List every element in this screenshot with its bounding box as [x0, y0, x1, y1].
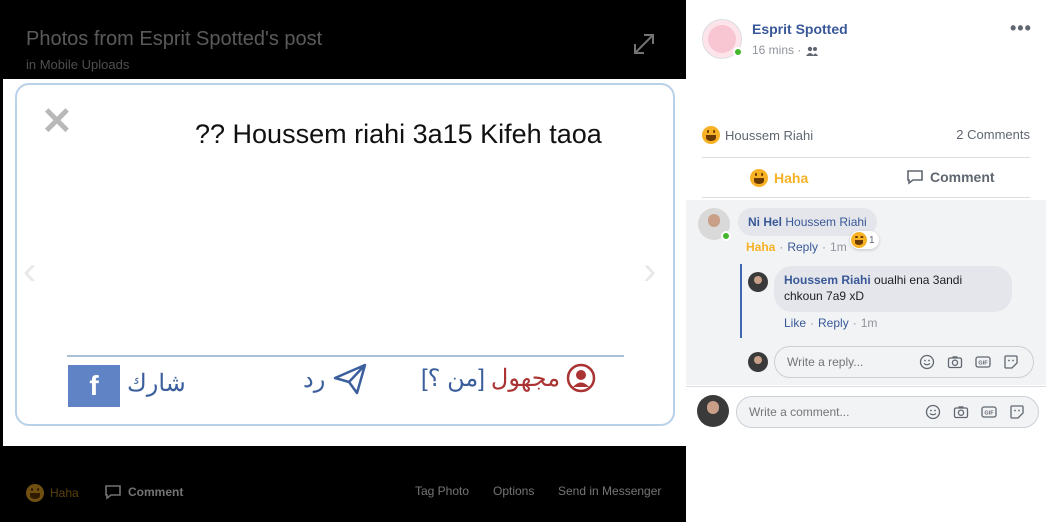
comments-count[interactable]: 2 Comments	[956, 127, 1030, 142]
anonymous-group: [من ؟] مجهول	[421, 363, 596, 393]
comment-reaction-number: 1	[869, 234, 875, 246]
post-time-label: 16 mins	[752, 43, 795, 57]
reply-avatar[interactable]	[748, 272, 768, 292]
haha-icon	[750, 169, 768, 187]
previous-photo-icon[interactable]: ‹	[23, 249, 36, 294]
haha-icon	[702, 126, 720, 144]
haha-label: Haha	[774, 170, 809, 186]
divider	[702, 197, 1030, 198]
user-icon	[566, 363, 596, 393]
reply-input-box[interactable]: GIF	[774, 346, 1034, 378]
reaction-names: Houssem Riahi	[725, 127, 814, 143]
post-time: 16 mins ·	[752, 43, 819, 57]
close-icon: ✕	[41, 101, 73, 143]
divider	[686, 386, 1046, 387]
divider	[702, 157, 1030, 158]
user-avatar[interactable]	[697, 395, 729, 427]
smiley-icon[interactable]	[919, 354, 935, 370]
online-indicator	[721, 231, 731, 241]
page-name[interactable]: Esprit Spotted	[752, 21, 848, 37]
anonymous-who: [من ؟]	[421, 364, 485, 392]
reply-author[interactable]: Houssem Riahi	[784, 273, 871, 287]
tag-photo-link[interactable]: Tag Photo	[415, 484, 469, 498]
viewer-album-link[interactable]: in Mobile Uploads	[26, 57, 129, 72]
reply-input[interactable]	[787, 355, 907, 369]
haha-icon	[851, 232, 867, 248]
comment-input-box[interactable]: GIF	[736, 396, 1039, 428]
share-label: شارك	[127, 370, 186, 397]
reply-label: رد	[303, 365, 326, 393]
comment-time: 1m	[830, 240, 847, 254]
comment-icon	[105, 485, 121, 500]
haha-button[interactable]: Haha	[750, 169, 808, 187]
comment-reply-link[interactable]: Reply	[787, 240, 818, 254]
page-logo	[708, 25, 736, 53]
send-in-messenger-link[interactable]: Send in Messenger	[558, 484, 661, 498]
comment-button[interactable]: Comment	[104, 484, 183, 500]
photo-image: ✕ ?? Houssem riahi 3a15 Kifeh taoa f شار…	[3, 79, 686, 446]
comment-label: Comment	[128, 485, 184, 499]
post-panel: Esprit Spotted 16 mins · ••• Houssem Ria…	[686, 0, 1046, 522]
haha-icon	[26, 484, 44, 502]
haha-button[interactable]: Haha	[26, 484, 79, 502]
smiley-icon[interactable]	[925, 404, 941, 420]
comment-text[interactable]: Houssem Riahi	[785, 215, 866, 229]
comment-icon	[907, 170, 923, 185]
comment-author[interactable]: Ni Hel	[748, 215, 782, 229]
viewer-title: Photos from Esprit Spotted's post	[26, 28, 323, 50]
reply-meta: Like · Reply · 1m	[784, 316, 878, 330]
thread-line	[740, 264, 742, 338]
user-avatar[interactable]	[748, 352, 768, 372]
camera-icon[interactable]	[953, 404, 969, 420]
ask-card: ✕ ?? Houssem riahi 3a15 Kifeh taoa f شار…	[15, 83, 675, 426]
divider	[67, 355, 624, 357]
comment-button[interactable]: Comment	[906, 169, 995, 185]
expand-icon[interactable]	[632, 32, 656, 56]
reply-like-link[interactable]: Like	[784, 316, 806, 330]
photo-viewer: Photos from Esprit Spotted's post in Mob…	[0, 0, 686, 522]
comment-reaction-count[interactable]: 1	[850, 231, 879, 249]
options-link[interactable]: Options	[493, 484, 534, 498]
question-text: ?? Houssem riahi 3a15 Kifeh taoa	[195, 119, 602, 149]
reply-time: 1m	[860, 316, 878, 330]
reply-group: رد	[303, 363, 367, 395]
gif-icon-label: GIF	[984, 411, 994, 417]
friends-icon	[805, 46, 818, 56]
sticker-icon[interactable]	[1003, 354, 1019, 370]
reply-reply-link[interactable]: Reply	[818, 316, 849, 330]
comment-input[interactable]	[749, 405, 869, 419]
next-photo-icon[interactable]: ›	[643, 249, 656, 294]
gif-icon-label: GIF	[978, 361, 988, 367]
camera-icon[interactable]	[947, 354, 963, 370]
paper-plane-icon	[334, 363, 367, 395]
gif-icon[interactable]: GIF	[975, 354, 991, 370]
facebook-icon: f	[68, 365, 120, 407]
comment-haha-link[interactable]: Haha	[746, 240, 775, 254]
online-indicator	[733, 47, 743, 57]
haha-label: Haha	[50, 486, 79, 500]
reactions-summary[interactable]: Houssem Riahi	[702, 126, 813, 144]
anonymous-label: مجهول	[490, 364, 561, 392]
comment-label: Comment	[930, 169, 995, 185]
more-options-icon[interactable]: •••	[1010, 18, 1032, 39]
reply-bubble: Houssem Riahi oualhi ena 3andi chkoun 7a…	[774, 266, 1012, 312]
comment-meta: Haha · Reply · 1m	[746, 240, 847, 254]
gif-icon[interactable]: GIF	[981, 404, 997, 420]
sticker-icon[interactable]	[1009, 404, 1025, 420]
